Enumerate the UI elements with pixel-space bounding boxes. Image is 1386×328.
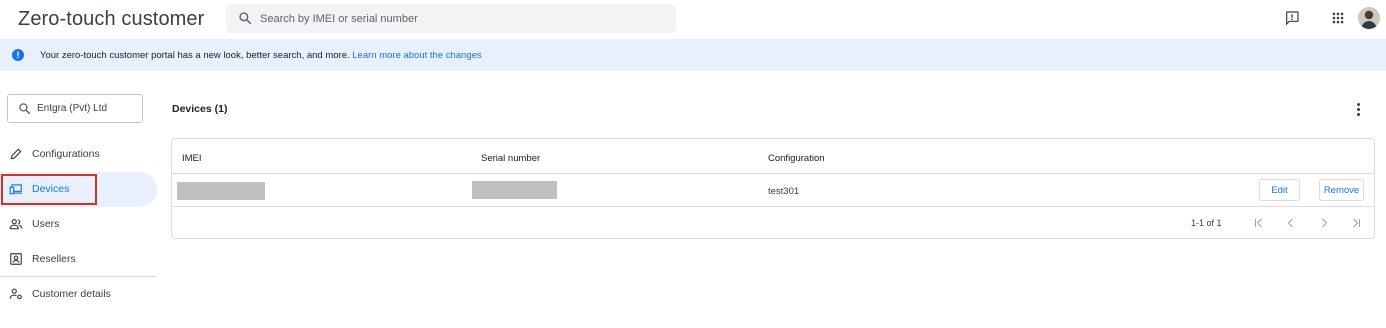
sidebar-item-label: Resellers xyxy=(32,253,76,265)
app-title: Zero-touch customer xyxy=(18,8,205,30)
configuration-cell: test301 xyxy=(768,186,800,197)
column-header-configuration: Configuration xyxy=(768,153,825,164)
announcement-banner: ! Your zero-touch customer portal has a … xyxy=(0,39,1386,71)
users-icon xyxy=(9,219,23,230)
pagination: 1-1 of 1 xyxy=(172,207,1374,239)
reseller-badge-icon xyxy=(10,253,22,265)
app-header: Zero-touch customer xyxy=(0,0,1386,38)
chevron-left-icon xyxy=(1287,218,1293,228)
sidebar-item-label: Customer details xyxy=(32,288,111,300)
sidebar-item-customer-details[interactable]: Customer details xyxy=(0,277,157,312)
last-page-button[interactable] xyxy=(1347,214,1365,232)
feedback-icon xyxy=(1286,11,1299,26)
column-header-serial: Serial number xyxy=(481,153,541,164)
serial-redacted xyxy=(472,181,557,199)
pagination-range: 1-1 of 1 xyxy=(1191,218,1222,228)
last-page-icon xyxy=(1353,218,1360,228)
learn-more-link[interactable]: Learn more about the changes xyxy=(352,50,481,61)
edit-button[interactable]: Edit xyxy=(1259,179,1300,201)
previous-page-button[interactable] xyxy=(1282,214,1300,232)
first-page-icon xyxy=(1255,218,1262,228)
customer-details-icon xyxy=(9,288,22,300)
info-icon: ! xyxy=(12,49,24,61)
avatar-image xyxy=(1358,7,1380,29)
search-icon xyxy=(239,12,252,25)
sidebar-item-label: Users xyxy=(32,218,60,230)
sidebar-item-label: Configurations xyxy=(32,148,100,160)
remove-button[interactable]: Remove xyxy=(1319,179,1364,201)
avatar[interactable] xyxy=(1358,7,1380,29)
search-input[interactable] xyxy=(260,4,660,33)
search-bar[interactable] xyxy=(226,4,676,33)
banner-text: Your zero-touch customer portal has a ne… xyxy=(40,50,353,61)
search-icon xyxy=(19,103,31,115)
page-title: Devices (1) xyxy=(172,103,228,115)
apps-grid-button[interactable] xyxy=(1329,9,1347,27)
sidebar-item-resellers[interactable]: Resellers xyxy=(0,242,157,277)
organization-name: Entgra (Pvt) Ltd xyxy=(37,103,108,114)
apps-grid-icon xyxy=(1332,12,1344,24)
feedback-button[interactable] xyxy=(1283,9,1301,27)
sidebar-item-users[interactable]: Users xyxy=(0,207,157,242)
selection-highlight xyxy=(1,174,97,205)
more-vert-icon xyxy=(1356,102,1360,106)
devices-table: IMEI Serial number Configuration test301… xyxy=(171,138,1375,239)
table-row[interactable]: test301 Edit Remove xyxy=(172,174,1374,206)
first-page-button[interactable] xyxy=(1250,214,1268,232)
organization-selector[interactable]: Entgra (Pvt) Ltd xyxy=(7,94,143,123)
more-options-button[interactable] xyxy=(1350,100,1366,118)
column-header-imei: IMEI xyxy=(182,153,202,164)
next-page-button[interactable] xyxy=(1315,214,1333,232)
banner-message: Your zero-touch customer portal has a ne… xyxy=(40,50,482,61)
chevron-right-icon xyxy=(1322,218,1328,228)
pencil-icon xyxy=(10,148,22,160)
imei-redacted xyxy=(177,182,265,200)
sidebar-item-configurations[interactable]: Configurations xyxy=(0,137,157,172)
